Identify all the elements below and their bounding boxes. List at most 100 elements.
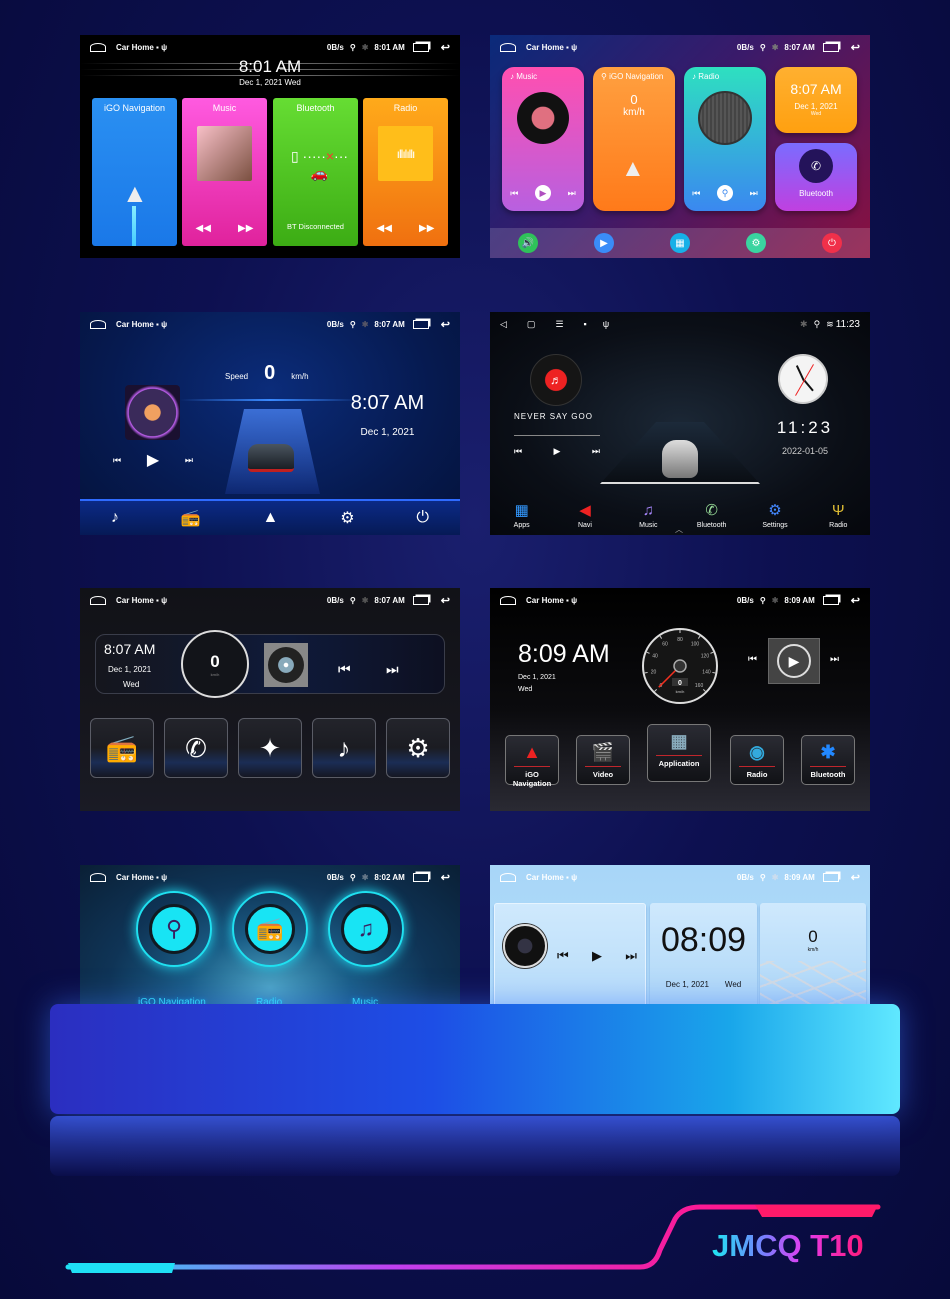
back-icon[interactable]: ↩ [441, 318, 450, 331]
screen-theme-6: Car Home ▪ ψ 0B/s ⚲ ✱ 8:09 AM ↩ 8:09 AM … [490, 588, 870, 811]
recent-apps-icon[interactable] [822, 872, 839, 882]
tile-navigation[interactable]: ⚲ iGO Navigation 0 km/h ▲ [593, 67, 675, 211]
tile-video[interactable]: 🎬 Video [576, 735, 630, 785]
back-icon[interactable]: ↩ [851, 871, 860, 884]
back-icon[interactable]: ↩ [851, 41, 860, 54]
power-icon[interactable]: ⏻ [416, 509, 429, 527]
tile-navigation[interactable]: iGO Navigation ▲ [92, 98, 177, 246]
rewind-icon[interactable]: ◀◀ [377, 223, 392, 234]
rewind-icon[interactable]: ◀◀ [196, 223, 211, 234]
search-button[interactable]: ⚲ [717, 185, 733, 201]
expand-chevron-icon[interactable]: ︿ [675, 524, 683, 535]
tile-music[interactable]: ♪ [312, 718, 376, 778]
previous-icon[interactable]: ⏮ [510, 188, 518, 199]
home-icon[interactable] [90, 872, 106, 882]
fast-forward-icon[interactable]: ▶▶ [238, 223, 253, 234]
media-controls: ⏮ ▶ ⏭ [514, 446, 600, 457]
next-icon[interactable]: ⏭ [592, 446, 600, 457]
back-icon[interactable]: ↩ [441, 41, 450, 54]
apps-grid-icon[interactable]: ▦ [670, 233, 690, 253]
tile-navigation[interactable]: ✦ [238, 718, 302, 778]
next-icon[interactable]: ⏭ [750, 188, 758, 199]
recent-apps-icon[interactable] [822, 42, 839, 52]
tile-radio[interactable]: 📻 [90, 718, 154, 778]
play-icon[interactable]: ▶ [594, 233, 614, 253]
app-settings[interactable]: ⚙ Settings [750, 501, 800, 529]
compass-icon: ✦ [259, 732, 281, 763]
power-icon[interactable]: ⏻ [822, 233, 842, 253]
tile-label: Video [592, 770, 614, 779]
tile-music[interactable]: ♪ Music ⏮ ▶ ⏭ [502, 67, 584, 211]
play-button[interactable]: ▶ [768, 638, 820, 684]
app-navi[interactable]: ◀ Navi [560, 501, 610, 529]
volume-icon[interactable]: 🔊 [518, 233, 538, 253]
radio-icon[interactable]: 📻 [181, 508, 201, 528]
clock-widget: 8:07 AM Dec 1, 2021 Wed [775, 67, 857, 133]
play-icon[interactable]: ▶ [592, 948, 602, 964]
media-controls: ⏮ ▶ ⏭ [113, 450, 193, 470]
home-icon[interactable] [500, 42, 516, 52]
app-label: Apps [513, 522, 530, 529]
previous-icon[interactable]: ⏮ [557, 948, 569, 964]
tile-radio[interactable]: ♪ Radio ⏮ ⚲ ⏭ [684, 67, 766, 211]
back-icon[interactable]: ↩ [441, 594, 450, 607]
progress-bar[interactable] [514, 435, 600, 436]
radio-button[interactable]: 📻 [232, 891, 308, 967]
previous-icon[interactable]: ⏮ [748, 654, 757, 665]
back-icon[interactable]: ◁ [500, 319, 507, 330]
tile-bluetooth[interactable]: ✱ Bluetooth [801, 735, 855, 785]
navigation-icon[interactable]: ▲ [263, 509, 279, 527]
tile-radio[interactable]: ◉ Radio [730, 735, 784, 785]
recent-apps-icon[interactable] [412, 42, 429, 52]
tile-application[interactable]: ▦ Application [647, 724, 711, 782]
app-bluetooth[interactable]: ✆ Bluetooth [687, 501, 737, 529]
app-music[interactable]: ♫ Music [623, 502, 673, 529]
next-icon[interactable]: ⏭ [386, 661, 399, 678]
tile-header: ♪ Radio [684, 67, 766, 86]
tile-navigation[interactable]: ▲ iGO Navigation [505, 735, 559, 788]
home-icon[interactable] [500, 872, 516, 882]
recent-apps-icon[interactable] [412, 595, 429, 605]
tile-music[interactable]: Music ◀◀ ▶▶ [182, 98, 267, 246]
recent-apps-icon[interactable] [412, 872, 429, 882]
home-icon[interactable] [500, 595, 516, 605]
app-radio[interactable]: Ψ Radio [813, 502, 863, 529]
settings-icon[interactable]: ⚙ [746, 233, 766, 253]
previous-icon[interactable]: ⏮ [338, 661, 351, 678]
back-icon[interactable]: ↩ [441, 871, 450, 884]
previous-icon[interactable]: ⏮ [113, 455, 121, 466]
recent-apps-icon[interactable] [412, 319, 429, 329]
music-button[interactable]: ♫ [328, 891, 404, 967]
navigation-button[interactable]: ⚲ [136, 891, 212, 967]
back-icon[interactable]: ↩ [851, 594, 860, 607]
play-button[interactable]: ▶ [535, 185, 551, 201]
settings-icon[interactable]: ⚙ [340, 508, 354, 528]
tile-bluetooth[interactable]: Bluetooth ▯ ·····×··· 🚗 BT Disconnected [273, 98, 358, 246]
app-apps[interactable]: ▦ Apps [497, 501, 547, 529]
tile-settings[interactable]: ⚙ [386, 718, 450, 778]
tile-bluetooth[interactable]: ✆ Bluetooth [775, 143, 857, 211]
next-icon[interactable]: ⏭ [185, 455, 193, 466]
vinyl-record-icon: ♬ [530, 354, 582, 406]
clock-time: 8:01 AM [238, 57, 302, 76]
speed-value: 0 [264, 362, 276, 384]
previous-icon[interactable]: ⏮ [692, 188, 700, 199]
next-icon[interactable]: ⏭ [625, 948, 637, 964]
tile-phone[interactable]: ✆ [164, 718, 228, 778]
play-icon[interactable]: ▶ [554, 446, 561, 457]
home-icon[interactable] [90, 42, 106, 52]
next-icon[interactable]: ⏭ [568, 188, 576, 199]
fast-forward-icon[interactable]: ▶▶ [419, 223, 434, 234]
menu-icon[interactable]: ☰ [555, 319, 563, 330]
previous-icon[interactable]: ⏮ [514, 446, 522, 457]
next-icon[interactable]: ⏭ [830, 654, 839, 665]
tile-radio[interactable]: Radio ıllılıllı ◀◀ ▶▶ [363, 98, 448, 246]
home-icon[interactable] [90, 319, 106, 329]
home-icon[interactable]: ▢ [527, 319, 536, 330]
music-icon[interactable]: ♪ [111, 509, 119, 527]
home-icon[interactable] [90, 595, 106, 605]
play-icon[interactable]: ▶ [147, 450, 159, 470]
speed-map-widget[interactable]: 0 km/h [760, 903, 866, 1018]
dock: 🔊 ▶ ▦ ⚙ ⏻ [490, 228, 870, 258]
recent-apps-icon[interactable] [822, 595, 839, 605]
